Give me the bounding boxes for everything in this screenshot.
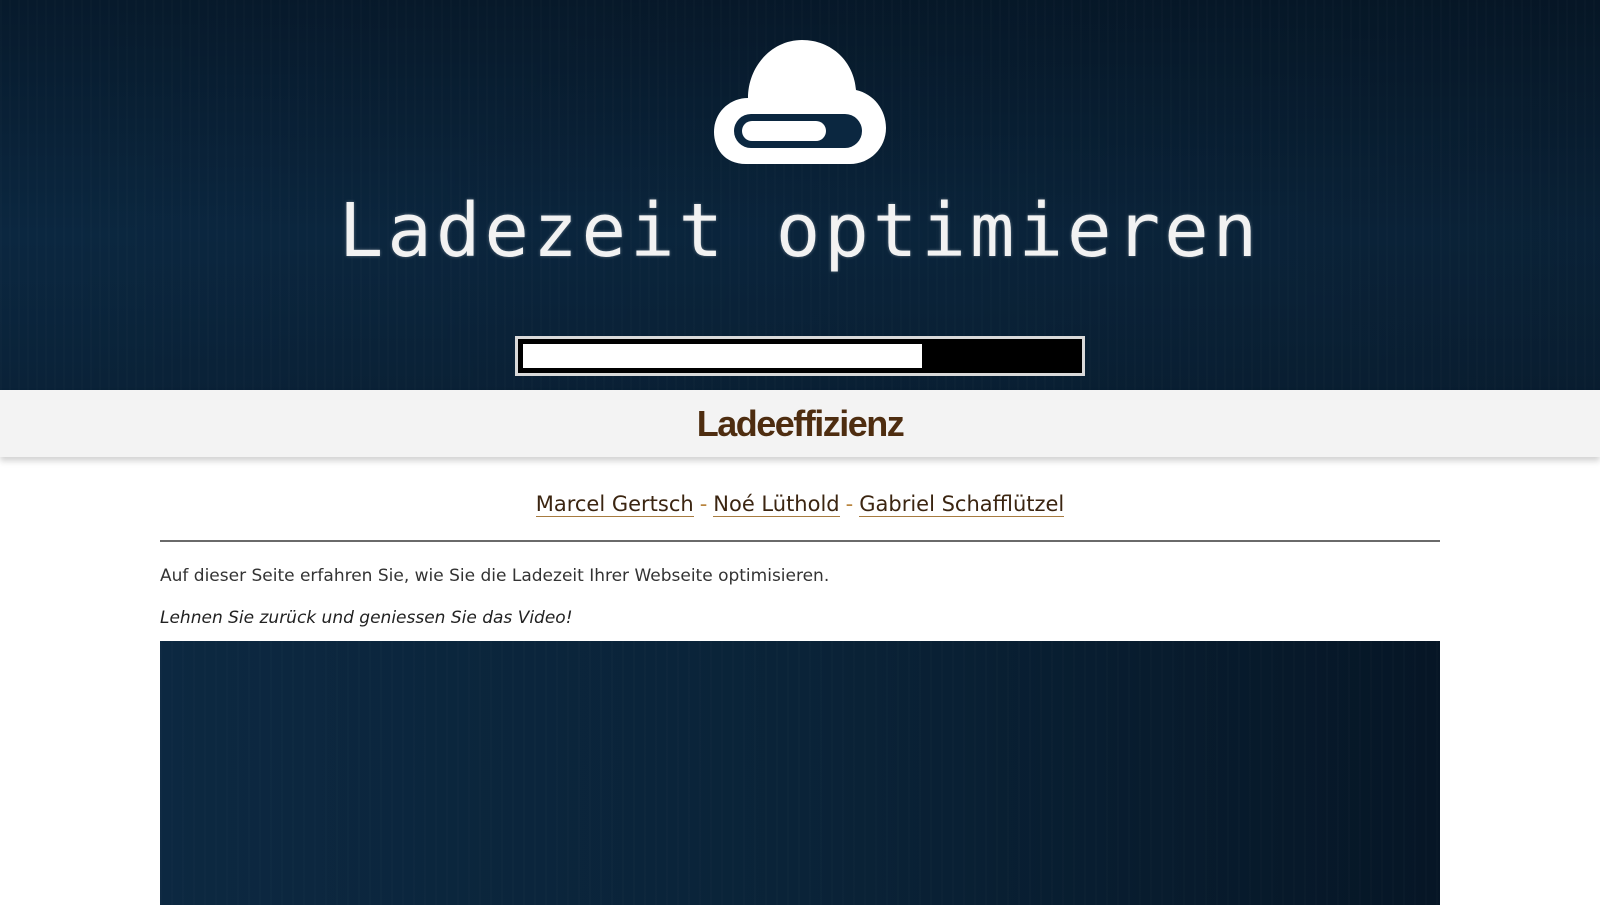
author-links: Marcel Gertsch - Noé Lüthold - Gabriel Schaf… bbox=[160, 489, 1440, 519]
author-separator: - bbox=[699, 492, 708, 516]
intro-text: Auf dieser Seite erfahren Sie, wie Sie d… bbox=[160, 566, 830, 586]
author-link-noe-luethold[interactable]: Noé Lüthold bbox=[713, 492, 840, 517]
hero-banner: Ladezeit optimieren bbox=[0, 0, 1600, 390]
section-divider bbox=[160, 540, 1440, 542]
video-player[interactable] bbox=[160, 641, 1440, 905]
loading-progress-bar bbox=[515, 336, 1085, 376]
site-title: Ladeeffizienz bbox=[696, 403, 905, 444]
cloud-loading-icon bbox=[714, 40, 886, 164]
main-content: Marcel Gertsch - Noé Lüthold - Gabriel Schaf… bbox=[160, 457, 1440, 630]
author-separator: - bbox=[845, 492, 854, 516]
author-link-marcel-gertsch[interactable]: Marcel Gertsch bbox=[535, 492, 694, 517]
video-tagline: Lehnen Sie zurück und geniessen Sie das … bbox=[160, 608, 573, 628]
site-header: Ladeeffizienz bbox=[0, 390, 1600, 457]
loading-progress-fill bbox=[523, 344, 922, 368]
hero-title: Ladezeit optimieren bbox=[338, 188, 1262, 274]
author-link-gabriel-schaffluetzel[interactable]: Gabriel Schafflützel bbox=[859, 492, 1065, 517]
